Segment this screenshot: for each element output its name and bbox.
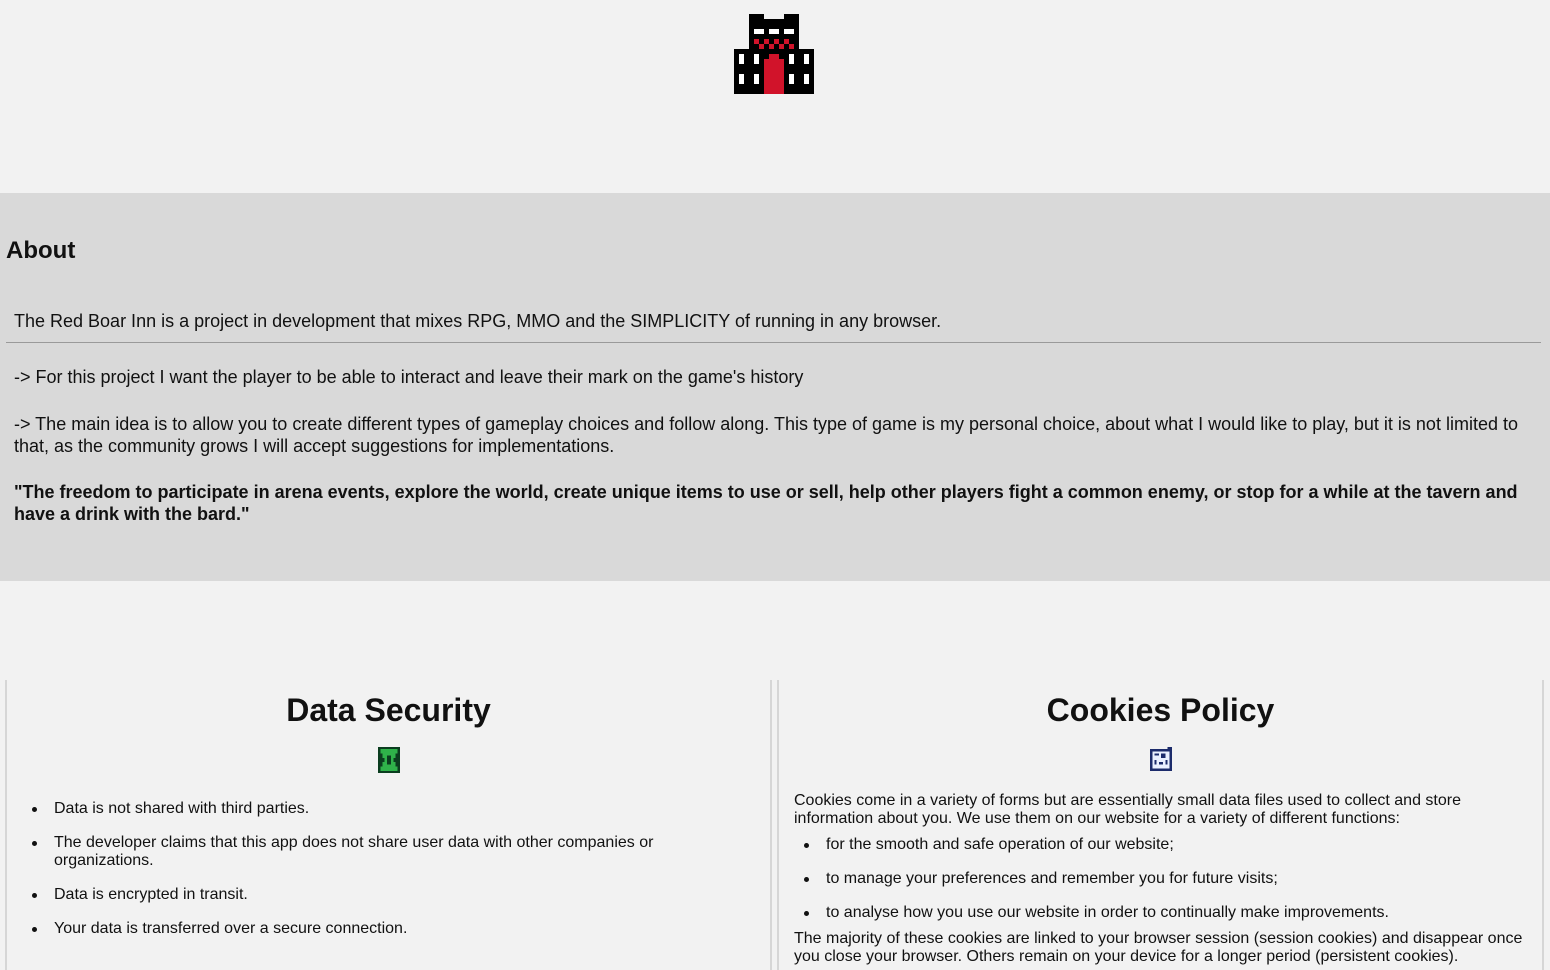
about-title: About (6, 237, 76, 264)
list-item: for the smooth and safe operation of our… (804, 836, 1524, 854)
shield-icon (377, 747, 400, 773)
list-item: to manage your preferences and remember … (804, 870, 1524, 888)
site-header (0, 0, 1550, 193)
about-paragraph-2: -> The main idea is to allow you to crea… (14, 414, 1518, 456)
about-quote: "The freedom to participate in arena eve… (14, 482, 1518, 524)
cookies-list: for the smooth and safe operation of our… (804, 836, 1524, 938)
data-security-title: Data Security (286, 692, 491, 728)
cookies-policy-title: Cookies Policy (1046, 692, 1275, 728)
inn-building-icon (734, 14, 814, 94)
cookies-lead: Cookies come in a variety of forms but a… (794, 792, 1461, 827)
cookie-icon (1149, 747, 1172, 771)
list-item: Your data is transferred over a secure c… (32, 920, 732, 938)
list-item: Data is encrypted in transit. (32, 886, 732, 904)
about-intro: The Red Boar Inn is a project in develop… (14, 311, 942, 331)
cookies-policy-card: Cookies Policy Cookies come in a variety… (777, 680, 1544, 970)
data-security-card: Data Security Data is not shared with th… (5, 680, 772, 970)
about-paragraph-1: -> For this project I want the player to… (14, 367, 804, 387)
list-item: Data is not shared with third parties. (32, 800, 732, 818)
list-item: to analyse how you use our website in or… (804, 904, 1524, 922)
list-item: The developer claims that this app does … (32, 834, 732, 870)
about-divider (6, 342, 1541, 343)
cookies-tail: The majority of these cookies are linked… (794, 930, 1523, 965)
data-security-list: Data is not shared with third parties. T… (32, 800, 732, 954)
about-section: About The Red Boar Inn is a project in d… (0, 193, 1550, 581)
